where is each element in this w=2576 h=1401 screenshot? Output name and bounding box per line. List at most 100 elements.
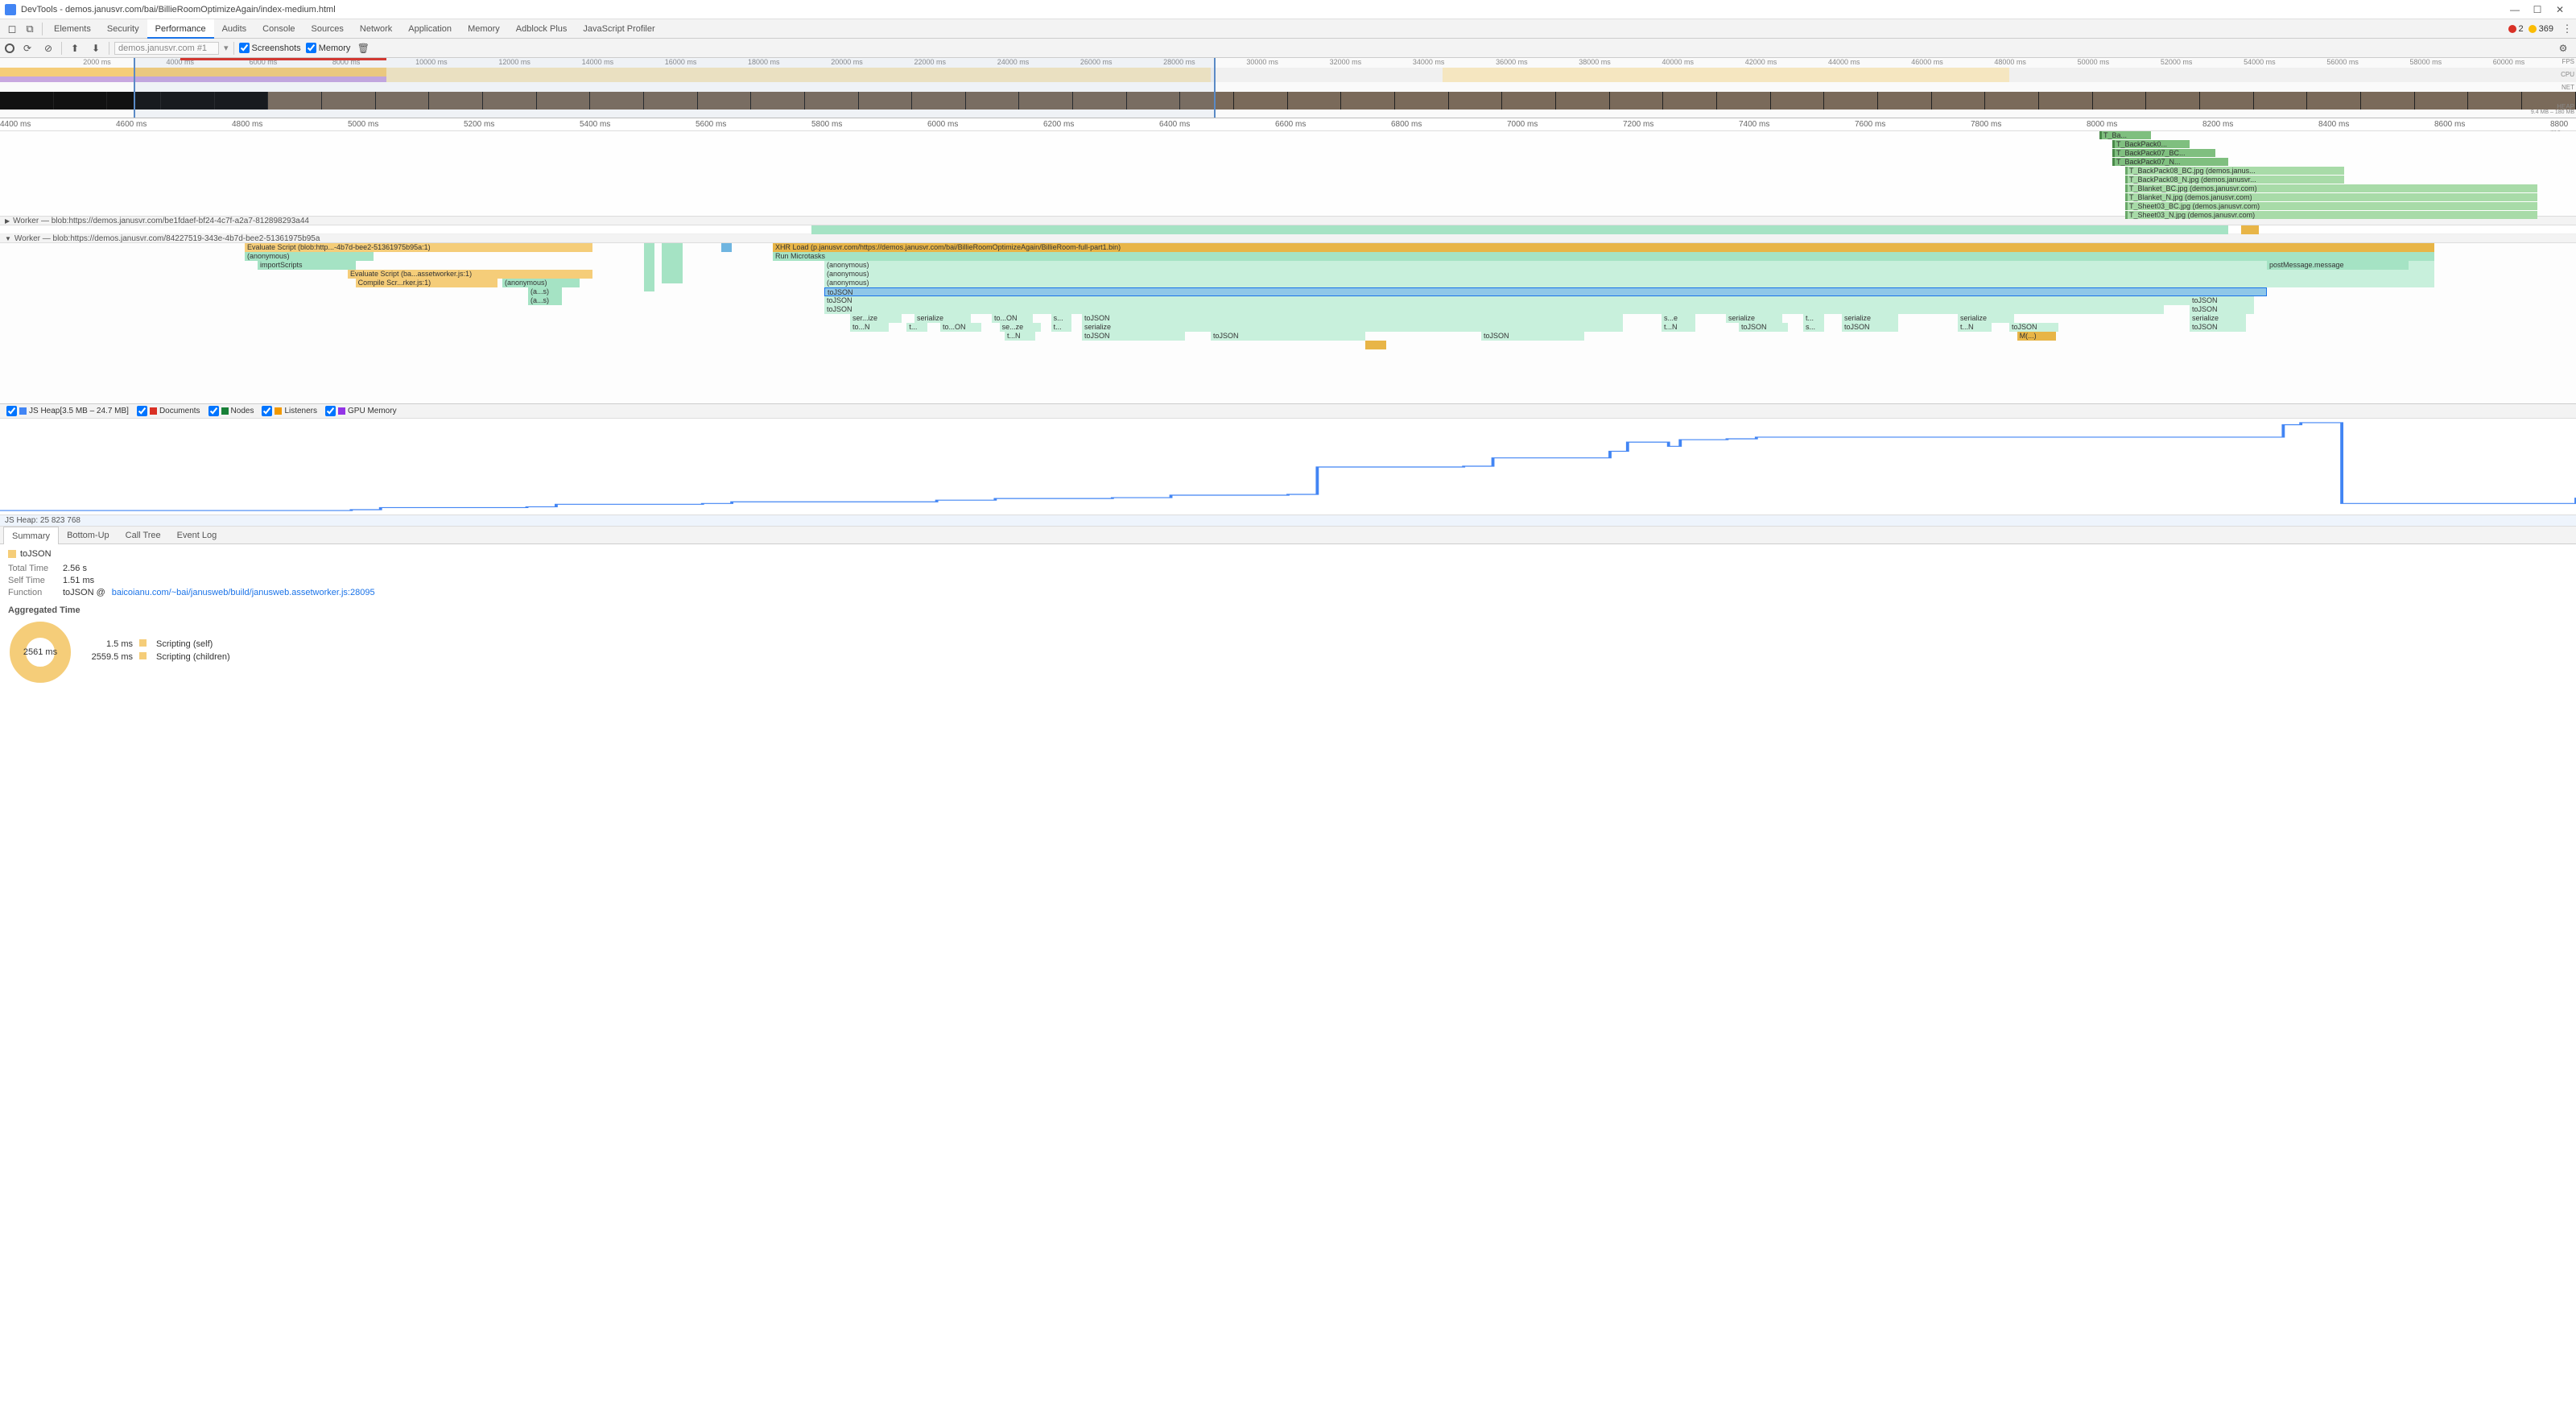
- gc-button[interactable]: 🗑: [355, 40, 371, 56]
- window-maximize-button[interactable]: ☐: [2526, 2, 2549, 18]
- expand-icon[interactable]: ▼: [5, 235, 11, 242]
- network-request-bar[interactable]: T_BackPack07_BC...: [2112, 149, 2215, 157]
- flame-bar[interactable]: serialize: [1842, 314, 1898, 323]
- memory-checkbox[interactable]: Memory: [306, 43, 351, 53]
- legend-gpu[interactable]: GPU Memory: [325, 406, 397, 416]
- window-minimize-button[interactable]: —: [2504, 2, 2526, 18]
- more-icon[interactable]: ⋮: [2558, 20, 2576, 38]
- flame-bar[interactable]: t...N: [1662, 323, 1695, 332]
- legend-listeners[interactable]: Listeners: [262, 406, 317, 416]
- collapse-icon[interactable]: ▶: [5, 217, 10, 225]
- clear-button[interactable]: ⊘: [40, 40, 56, 56]
- recording-select[interactable]: demos.janusvr.com #1: [114, 42, 219, 55]
- flame-bar[interactable]: (anonymous): [824, 279, 2434, 287]
- tab-jsprofiler[interactable]: JavaScript Profiler: [575, 19, 663, 39]
- flame-bar[interactable]: toJSON: [2009, 323, 2058, 332]
- flame-bar[interactable]: (anonymous): [824, 270, 2434, 279]
- flame-bar[interactable]: to...N: [850, 323, 889, 332]
- network-request-bar[interactable]: T_Blanket_N.jpg (demos.janusvr.com): [2125, 193, 2537, 201]
- flame-bar[interactable]: importScripts: [258, 261, 356, 270]
- flame-bar[interactable]: toJSON: [2190, 296, 2254, 305]
- flame-bar[interactable]: toJSON: [2190, 323, 2246, 332]
- legend-documents[interactable]: Documents: [137, 406, 200, 416]
- flame-chart[interactable]: Evaluate Script (blob:http...-4b7d-bee2-…: [0, 243, 2576, 404]
- flame-bar[interactable]: (anonymous): [824, 261, 2434, 270]
- error-counter[interactable]: 2: [2508, 24, 2524, 34]
- tab-audits[interactable]: Audits: [214, 19, 255, 39]
- flame-bar[interactable]: s...e: [1662, 314, 1695, 323]
- tab-console[interactable]: Console: [254, 19, 303, 39]
- flame-bar[interactable]: Evaluate Script (blob:http...-4b7d-bee2-…: [245, 243, 592, 252]
- flame-bar[interactable]: (anonymous): [245, 252, 374, 261]
- flame-bar[interactable]: se...ze: [1000, 323, 1041, 332]
- network-request-bar[interactable]: T_BackPack07_N...: [2112, 158, 2228, 166]
- reload-record-button[interactable]: ⟳: [19, 40, 35, 56]
- legend-jsheap[interactable]: JS Heap[3.5 MB – 24.7 MB]: [6, 406, 129, 416]
- flame-bar[interactable]: toJSON: [1082, 314, 1623, 323]
- inspect-icon[interactable]: ◻: [3, 20, 21, 38]
- flame-bar[interactable]: toJSON: [824, 305, 2164, 314]
- flame-bar[interactable]: Evaluate Script (ba...assetworker.js:1): [348, 270, 592, 279]
- flame-bar[interactable]: serialize: [2190, 314, 2246, 323]
- save-profile-button[interactable]: ⬇: [88, 40, 104, 56]
- detail-ruler[interactable]: 4400 ms4600 ms4800 ms5000 ms5200 ms5400 …: [0, 118, 2576, 131]
- network-lane[interactable]: T_Ba...T_BackPack0...T_BackPack07_BC...T…: [0, 131, 2576, 217]
- flame-bar[interactable]: postMessage.message: [2267, 261, 2409, 270]
- tab-network[interactable]: Network: [352, 19, 400, 39]
- flame-bar[interactable]: [1365, 341, 1386, 349]
- network-request-bar[interactable]: T_BackPack08_N.jpg (demos.janusvr...: [2125, 176, 2344, 184]
- window-close-button[interactable]: ✕: [2549, 2, 2571, 18]
- flame-bar[interactable]: Compile Scr...rker.js:1): [356, 279, 497, 287]
- network-request-bar[interactable]: T_Sheet03_N.jpg (demos.janusvr.com): [2125, 211, 2537, 219]
- flame-bar[interactable]: [811, 225, 2228, 234]
- warning-counter[interactable]: 369: [2529, 24, 2553, 34]
- flame-bar[interactable]: to...ON: [992, 314, 1033, 323]
- network-request-bar[interactable]: T_Blanket_BC.jpg (demos.janusvr.com): [2125, 184, 2537, 192]
- flame-bar[interactable]: XHR Load (p.janusvr.com/https://demos.ja…: [773, 243, 2434, 252]
- flame-bar[interactable]: M(...): [2017, 332, 2056, 341]
- flame-bar[interactable]: toJSON: [824, 296, 2190, 305]
- flame-bar[interactable]: Run Microtasks: [773, 252, 2434, 261]
- tab-performance[interactable]: Performance: [147, 19, 214, 39]
- flame-bar[interactable]: (a...s): [528, 296, 562, 305]
- flame-bar[interactable]: toJSON: [1211, 332, 1365, 341]
- memory-chart[interactable]: [0, 419, 2576, 515]
- flame-bar[interactable]: t...: [1051, 323, 1072, 332]
- flame-bar[interactable]: s...: [1803, 323, 1824, 332]
- summary-function-link[interactable]: baicoianu.com/~bai/janusweb/build/janusw…: [112, 588, 375, 597]
- flame-bar[interactable]: serialize: [914, 314, 971, 323]
- network-request-bar[interactable]: T_Sheet03_BC.jpg (demos.janusvr.com): [2125, 202, 2537, 210]
- network-request-bar[interactable]: T_Ba...: [2099, 131, 2151, 139]
- tab-elements[interactable]: Elements: [46, 19, 99, 39]
- flame-bar[interactable]: t...N: [1005, 332, 1035, 341]
- bottom-tab-bottomup[interactable]: Bottom-Up: [59, 527, 118, 544]
- tab-sources[interactable]: Sources: [303, 19, 352, 39]
- bottom-tab-summary[interactable]: Summary: [3, 527, 59, 544]
- flame-bar[interactable]: ser...ize: [850, 314, 902, 323]
- flame-bar[interactable]: t...: [906, 323, 927, 332]
- flame-bar[interactable]: [2241, 225, 2259, 234]
- tab-adblock[interactable]: Adblock Plus: [508, 19, 576, 39]
- overview-timeline[interactable]: 2000 ms4000 ms6000 ms8000 ms10000 ms1200…: [0, 58, 2576, 118]
- bottom-tab-calltree[interactable]: Call Tree: [118, 527, 169, 544]
- record-button[interactable]: [5, 43, 14, 53]
- flame-bar[interactable]: to...ON: [940, 323, 981, 332]
- screenshots-checkbox[interactable]: Screenshots: [239, 43, 301, 53]
- bottom-tab-eventlog[interactable]: Event Log: [169, 527, 225, 544]
- flame-bar[interactable]: toJSON: [1481, 332, 1584, 341]
- tab-security[interactable]: Security: [99, 19, 147, 39]
- flame-bar[interactable]: toJSON: [2190, 305, 2254, 314]
- flame-bar[interactable]: toJSON: [1842, 323, 1898, 332]
- load-profile-button[interactable]: ⬆: [67, 40, 83, 56]
- tab-application[interactable]: Application: [400, 19, 460, 39]
- tab-memory[interactable]: Memory: [460, 19, 508, 39]
- legend-nodes[interactable]: Nodes: [208, 406, 254, 416]
- overview-selection[interactable]: [134, 58, 1216, 118]
- flame-bar[interactable]: (a...s): [528, 287, 562, 296]
- network-request-bar[interactable]: T_BackPack0...: [2112, 140, 2190, 148]
- worker-header-2[interactable]: ▼ Worker — blob:https://demos.janusvr.co…: [0, 234, 2576, 243]
- flame-bar[interactable]: serialize: [1958, 314, 2014, 323]
- flame-bar[interactable]: t...N: [1958, 323, 1992, 332]
- network-request-bar[interactable]: T_BackPack08_BC.jpg (demos.janus...: [2125, 167, 2344, 175]
- flame-bar[interactable]: toJSON: [1082, 332, 1185, 341]
